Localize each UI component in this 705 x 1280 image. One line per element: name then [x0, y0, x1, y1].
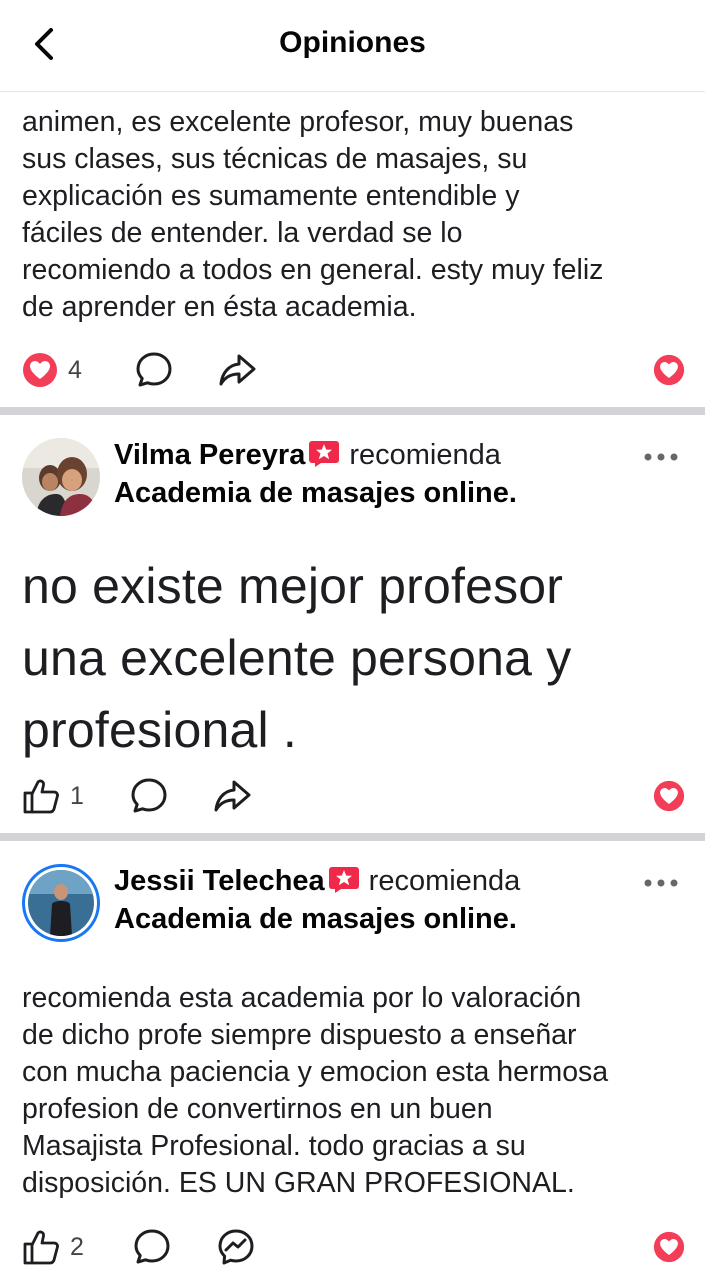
like-button[interactable]: 1: [22, 773, 84, 819]
heart-reaction-icon: [653, 354, 685, 386]
post-2-line: no existe mejor profesor: [22, 558, 564, 614]
reviews-page: Opiniones animen, es excelente profesor,…: [0, 0, 705, 1280]
page-name-link[interactable]: Academia de masajes online.: [114, 900, 615, 938]
more-dots-icon: [644, 453, 678, 461]
recommendation-star-icon: [328, 865, 359, 893]
post-1-line: de aprender en ésta academia.: [22, 291, 417, 323]
post-2-actions: 1: [22, 773, 685, 819]
messenger-icon: [218, 1229, 254, 1265]
post-3-line: profesion de convertirnos en un buen: [22, 1093, 493, 1125]
post-2-text: no existe mejor profesor una excelente p…: [22, 550, 685, 766]
more-options-button[interactable]: [641, 450, 681, 464]
love-indicator[interactable]: [653, 347, 685, 393]
comment-bubble-icon: [134, 1229, 170, 1264]
comment-bubble-icon: [136, 352, 172, 387]
post-2-line: una excelente persona y: [22, 630, 572, 686]
post-3-text: recomienda esta academia por lo valoraci…: [22, 980, 685, 1202]
recommends-label: recomienda: [349, 439, 501, 471]
post-1-line: fáciles de entender. la verdad se lo: [22, 217, 463, 249]
share-button[interactable]: [212, 773, 252, 819]
avatar[interactable]: [22, 438, 100, 516]
post-1-line: sus clases, sus técnicas de masajes, su: [22, 143, 528, 175]
like-button[interactable]: 2: [22, 1224, 84, 1270]
post-divider: [0, 407, 705, 415]
post-1-actions: 4: [22, 347, 685, 393]
author-name[interactable]: Jessii Telechea: [114, 865, 325, 897]
comment-button[interactable]: [129, 773, 169, 819]
post-3-line: recomienda esta academia por lo valoraci…: [22, 982, 582, 1014]
post-3-line: con mucha paciencia y emocion esta hermo…: [22, 1056, 609, 1088]
comment-bubble-icon: [131, 778, 167, 813]
heart-reaction-icon: [653, 780, 685, 812]
love-indicator[interactable]: [653, 1224, 685, 1270]
messenger-send-button[interactable]: [216, 1224, 256, 1270]
recommends-label: recomienda: [368, 865, 521, 897]
comment-button[interactable]: [134, 347, 174, 393]
post-2-heading: Vilma Pereyra recomienda Academia de masa…: [114, 436, 615, 512]
author-name[interactable]: Vilma Pereyra: [114, 439, 305, 471]
recommendation-star-icon: [309, 439, 340, 467]
more-options-button[interactable]: [641, 876, 681, 890]
top-bar: Opiniones: [0, 0, 705, 92]
post-3-line: de dicho profe siempre dispuesto a enseñ…: [22, 1019, 577, 1051]
post-3-heading: Jessii Telechea recomienda Academia de ma…: [114, 862, 615, 938]
post-divider: [0, 833, 705, 841]
share-arrow-icon: [219, 354, 256, 386]
thumbs-up-icon: [23, 1230, 59, 1265]
page-name-link[interactable]: Academia de masajes online.: [114, 474, 615, 512]
like-count: 1: [70, 781, 84, 810]
like-count: 2: [70, 1232, 84, 1261]
post-1-line: animen, es excelente profesor, muy buena…: [22, 106, 574, 138]
love-reaction-button[interactable]: 4: [22, 347, 82, 393]
post-3-header: Jessii Telechea recomienda Academia de ma…: [22, 864, 685, 954]
post-2-line: profesional .: [22, 702, 297, 758]
share-button[interactable]: [217, 347, 257, 393]
post-1-text: animen, es excelente profesor, muy buena…: [22, 104, 685, 326]
post-3-line: Masajista Profesional. todo gracias a su: [22, 1130, 526, 1162]
comment-button[interactable]: [132, 1224, 172, 1270]
post-2-header: Vilma Pereyra recomienda Academia de masa…: [22, 438, 685, 528]
post-1-line: explicación es sumamente entendible y: [22, 180, 520, 212]
post-3-line: disposición. ES UN GRAN PROFESIONAL.: [22, 1167, 575, 1199]
heart-reaction-icon: [653, 1231, 685, 1263]
post-3-actions: 2: [22, 1224, 685, 1270]
more-dots-icon: [644, 879, 678, 887]
share-arrow-icon: [214, 780, 251, 812]
page-title: Opiniones: [279, 26, 426, 59]
reaction-count: 4: [68, 355, 82, 384]
post-1-line: recomiendo a todos en general. esty muy …: [22, 254, 604, 286]
heart-reaction-icon: [23, 353, 57, 387]
love-indicator[interactable]: [653, 773, 685, 819]
thumbs-up-icon: [23, 779, 59, 814]
avatar[interactable]: [22, 864, 100, 942]
